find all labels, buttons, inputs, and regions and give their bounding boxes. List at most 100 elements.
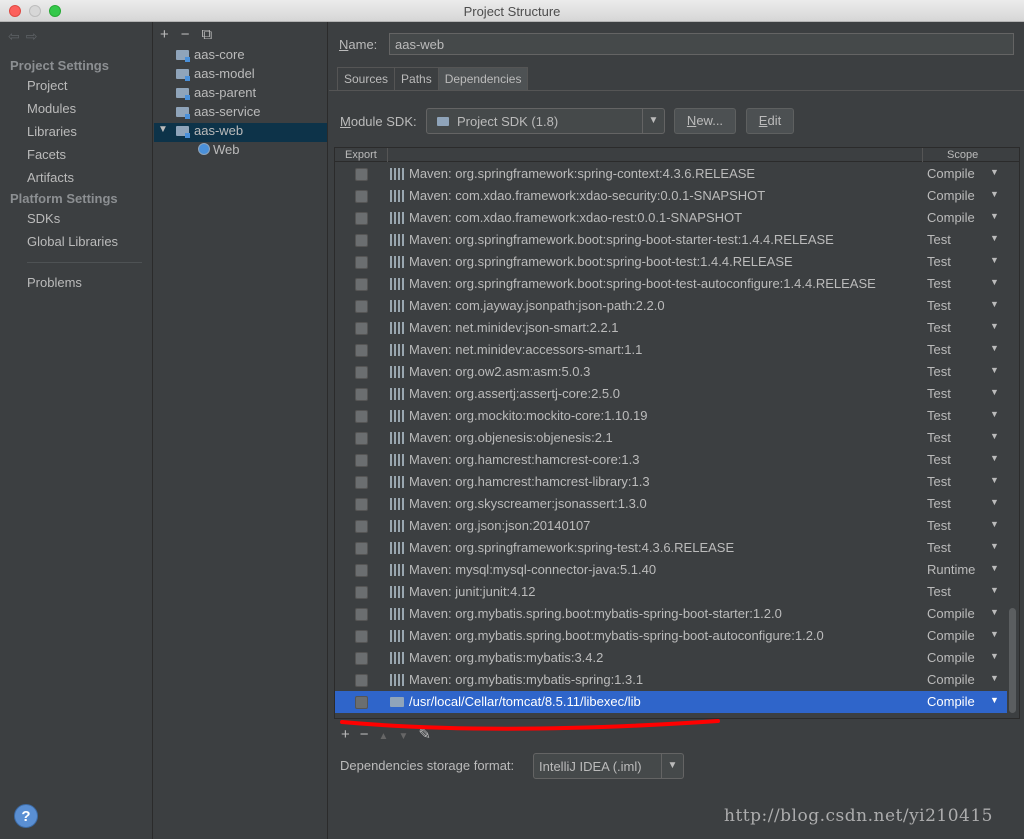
export-checkbox[interactable]	[355, 234, 368, 247]
export-checkbox[interactable]	[355, 168, 368, 181]
scope-dropdown-icon[interactable]: ▼	[990, 387, 999, 397]
export-checkbox[interactable]	[355, 278, 368, 291]
dependency-row[interactable]: Maven: net.minidev:json-smart:2.2.1 Test ▼	[335, 317, 1007, 339]
export-checkbox[interactable]	[355, 300, 368, 313]
scope-dropdown-icon[interactable]: ▼	[990, 563, 999, 573]
scope-dropdown-icon[interactable]: ▼	[990, 497, 999, 507]
dependency-row[interactable]: Maven: org.mybatis:mybatis:3.4.2 Compile ▼	[335, 647, 1007, 669]
module-name-input[interactable]	[389, 33, 1014, 55]
dependency-row[interactable]: Maven: org.mockito:mockito-core:1.10.19 T…	[335, 405, 1007, 427]
remove-module-button[interactable]: −	[181, 26, 190, 43]
dependency-row[interactable]: Maven: com.xdao.framework:xdao-rest:0.0.…	[335, 207, 1007, 229]
dependency-scope[interactable]: Compile	[927, 606, 975, 621]
export-checkbox[interactable]	[355, 564, 368, 577]
export-checkbox[interactable]	[355, 212, 368, 225]
dependency-scope[interactable]: Test	[927, 276, 951, 291]
export-checkbox[interactable]	[355, 520, 368, 533]
export-checkbox[interactable]	[355, 542, 368, 555]
scope-dropdown-icon[interactable]: ▼	[990, 299, 999, 309]
dependency-scope[interactable]: Compile	[927, 166, 975, 181]
dependency-row[interactable]: Maven: org.ow2.asm:asm:5.0.3 Test ▼	[335, 361, 1007, 383]
scope-dropdown-icon[interactable]: ▼	[990, 607, 999, 617]
scope-dropdown-icon[interactable]: ▼	[990, 365, 999, 375]
export-checkbox[interactable]	[355, 410, 368, 423]
dependency-row[interactable]: Maven: org.hamcrest:hamcrest-library:1.3…	[335, 471, 1007, 493]
scope-dropdown-icon[interactable]: ▼	[990, 541, 999, 551]
dependency-scope[interactable]: Test	[927, 584, 951, 599]
scope-dropdown-icon[interactable]: ▼	[990, 255, 999, 265]
export-checkbox[interactable]	[355, 498, 368, 511]
dependency-scope[interactable]: Test	[927, 408, 951, 423]
dependency-scope[interactable]: Test	[927, 496, 951, 511]
dependency-row[interactable]: Maven: org.mybatis:mybatis-spring:1.3.1 C…	[335, 669, 1007, 691]
new-sdk-button[interactable]: New...	[674, 108, 736, 134]
scope-dropdown-icon[interactable]: ▼	[990, 651, 999, 661]
dependency-row[interactable]: Maven: org.mybatis.spring.boot:mybatis-s…	[335, 625, 1007, 647]
scope-column-header[interactable]: Scope	[947, 149, 978, 161]
sidebar-item-artifacts[interactable]: Artifacts	[27, 170, 74, 185]
chevron-down-icon[interactable]: ▼	[661, 754, 683, 778]
export-checkbox[interactable]	[355, 630, 368, 643]
copy-module-button[interactable]: ⧉	[202, 26, 213, 43]
dependency-scope[interactable]: Compile	[927, 694, 975, 709]
dependency-scope[interactable]: Test	[927, 254, 951, 269]
forward-arrow-icon[interactable]: ⇨	[26, 28, 44, 44]
export-checkbox[interactable]	[355, 608, 368, 621]
dependency-row[interactable]: Maven: net.minidev:accessors-smart:1.1 Te…	[335, 339, 1007, 361]
dependency-row[interactable]: Maven: com.jayway.jsonpath:json-path:2.2…	[335, 295, 1007, 317]
scope-dropdown-icon[interactable]: ▼	[990, 409, 999, 419]
scope-dropdown-icon[interactable]: ▼	[990, 629, 999, 639]
module-item[interactable]: aas-model	[176, 66, 255, 85]
dependency-scope[interactable]: Compile	[927, 188, 975, 203]
table-scrollbar[interactable]	[1009, 608, 1016, 713]
export-checkbox[interactable]	[355, 322, 368, 335]
module-sdk-select[interactable]: Project SDK (1.8) ▼	[426, 108, 665, 134]
help-button[interactable]: ?	[14, 804, 38, 828]
module-item[interactable]: aas-service	[176, 104, 260, 123]
module-item[interactable]: aas-core	[176, 47, 245, 66]
add-module-button[interactable]: +	[160, 26, 169, 43]
scope-dropdown-icon[interactable]: ▼	[990, 321, 999, 331]
dependency-row-selected[interactable]: /usr/local/Cellar/tomcat/8.5.11/libexec/…	[335, 691, 1007, 713]
back-arrow-icon[interactable]: ⇦	[8, 28, 26, 44]
export-checkbox[interactable]	[355, 256, 368, 269]
dependency-scope[interactable]: Test	[927, 298, 951, 313]
sidebar-item-modules[interactable]: Modules	[27, 101, 76, 116]
sidebar-item-libraries[interactable]: Libraries	[27, 124, 77, 139]
dependency-row[interactable]: Maven: org.objenesis:objenesis:2.1 Test ▼	[335, 427, 1007, 449]
edit-sdk-button[interactable]: Edit	[746, 108, 794, 134]
dependency-row[interactable]: Maven: com.xdao.framework:xdao-security:…	[335, 185, 1007, 207]
sidebar-item-project[interactable]: Project	[27, 78, 67, 93]
scope-dropdown-icon[interactable]: ▼	[990, 233, 999, 243]
dependency-scope[interactable]: Test	[927, 540, 951, 555]
facet-item-web[interactable]: Web	[198, 142, 240, 161]
dependency-scope[interactable]: Test	[927, 474, 951, 489]
dependency-row[interactable]: Maven: org.springframework.boot:spring-b…	[335, 229, 1007, 251]
dependency-scope[interactable]: Test	[927, 386, 951, 401]
tab-sources[interactable]: Sources	[337, 67, 396, 91]
dependency-scope[interactable]: Compile	[927, 650, 975, 665]
export-checkbox[interactable]	[355, 696, 368, 709]
export-checkbox[interactable]	[355, 586, 368, 599]
dependency-row[interactable]: Maven: org.assertj:assertj-core:2.5.0 Tes…	[335, 383, 1007, 405]
export-checkbox[interactable]	[355, 344, 368, 357]
sidebar-item-facets[interactable]: Facets	[27, 147, 66, 162]
dependency-scope[interactable]: Test	[927, 430, 951, 445]
dependency-row[interactable]: Maven: org.springframework.boot:spring-b…	[335, 251, 1007, 273]
dependency-scope[interactable]: Test	[927, 518, 951, 533]
export-checkbox[interactable]	[355, 432, 368, 445]
dependency-scope[interactable]: Compile	[927, 672, 975, 687]
tab-dependencies[interactable]: Dependencies	[437, 67, 529, 91]
scope-dropdown-icon[interactable]: ▼	[990, 189, 999, 199]
dependency-row[interactable]: Maven: org.hamcrest:hamcrest-core:1.3 Tes…	[335, 449, 1007, 471]
sidebar-item-sdks[interactable]: SDKs	[27, 211, 60, 226]
scope-dropdown-icon[interactable]: ▼	[990, 673, 999, 683]
dependency-row[interactable]: Maven: junit:junit:4.12 Test ▼	[335, 581, 1007, 603]
scope-dropdown-icon[interactable]: ▼	[990, 585, 999, 595]
scope-dropdown-icon[interactable]: ▼	[990, 277, 999, 287]
dependency-row[interactable]: Maven: org.springframework.boot:spring-b…	[335, 273, 1007, 295]
scope-dropdown-icon[interactable]: ▼	[990, 695, 999, 705]
export-checkbox[interactable]	[355, 388, 368, 401]
export-checkbox[interactable]	[355, 476, 368, 489]
export-checkbox[interactable]	[355, 366, 368, 379]
